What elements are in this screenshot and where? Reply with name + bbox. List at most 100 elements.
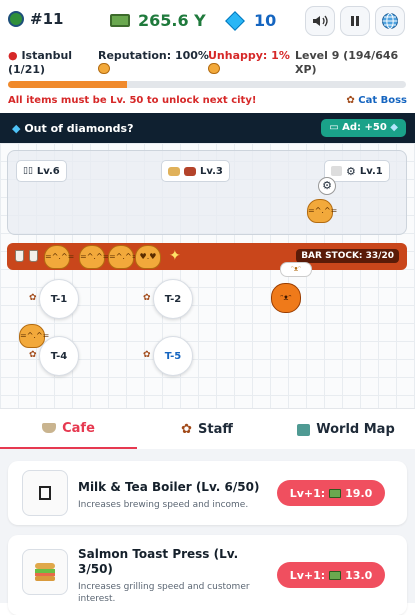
sandwich-icon [35, 563, 55, 581]
cat-boss-link[interactable]: ✿ Cat Boss [346, 95, 407, 106]
paw-icon: ✿ [143, 350, 151, 360]
upgrade-list: Milk & Tea Boiler (Lv. 6/50) Increases b… [0, 449, 415, 615]
money-value: 265.6 Y [138, 11, 206, 30]
globe-icon [8, 11, 24, 27]
paw-icon: ✿ [29, 350, 37, 360]
sparkle-icon: ✦ [169, 248, 181, 264]
money-icon [329, 488, 342, 498]
city-name: Istanbul [21, 49, 73, 62]
tab-staff[interactable]: ✿ Staff [137, 409, 277, 450]
cup-icon [15, 250, 24, 262]
table-label: T-4 [50, 350, 68, 362]
diamond-display: 10 [225, 10, 277, 31]
paw-icon: ✿ [143, 293, 151, 303]
upgrade-description-line: interest. [78, 594, 116, 604]
pause-button[interactable] [340, 6, 370, 36]
happy-cat-icon [98, 63, 110, 74]
speaker-icon [313, 15, 328, 27]
watch-ad-button[interactable]: ▭ Ad: +50 ◆ [321, 119, 406, 137]
gear-icon: ⚙ [346, 164, 356, 178]
tiger-boss-icon: ᵔᴥᵔ [271, 283, 301, 313]
table-t5[interactable]: T-5 [153, 336, 193, 376]
tab-cafe[interactable]: Cafe [0, 409, 137, 450]
tab-label: World Map [316, 422, 395, 437]
paw-icon: ✿ [346, 95, 355, 106]
upgrade-card-salmon-toast: Salmon Toast Press (Lv. 3/50) Increases … [8, 535, 407, 615]
tab-label: Cafe [62, 420, 95, 436]
tiger-bubble: ᵔᴥᵔ [280, 262, 312, 277]
table-t1[interactable]: T-1 [39, 279, 79, 319]
diamond-banner: ◆ Out of diamonds? ▭ Ad: +50 ◆ [0, 113, 415, 143]
cat-customer-icon: =^.^= [19, 324, 49, 348]
unlock-notice: All items must be Lv. 50 to unlock next … [8, 95, 257, 106]
map-icon [297, 423, 311, 436]
level-info: Level 9 (194/646 XP) [295, 49, 398, 77]
cafe-cup-icon [42, 423, 57, 433]
upgrade-title-line: Salmon Toast Press (Lv. [78, 547, 239, 561]
upgrade-card-milk-tea: Milk & Tea Boiler (Lv. 6/50) Increases b… [8, 461, 407, 525]
upgrade-description: Increases brewing speed and income. [78, 500, 249, 510]
diamond-icon: ◆ [12, 122, 21, 135]
money-display: 265.6 Y [110, 11, 206, 30]
upgrade-cost: 19.0 [345, 486, 373, 500]
paw-icon: ✿ [181, 422, 192, 437]
diamond-icon: ◆ [390, 122, 398, 133]
upgrade-description-line: Increases grilling speed and customer [78, 582, 250, 592]
diamond-icon [225, 10, 245, 31]
unhappy-label: Unhappy: 1% [208, 49, 290, 62]
city-info: ● Istanbul (1/21) [8, 49, 72, 77]
cat-worker-icon: =^.^= [307, 199, 337, 223]
angry-cat-icon [208, 63, 220, 74]
money-icon [110, 14, 130, 27]
cat-customer-icon: =^.^= [108, 245, 138, 269]
paw-icon: ✿ [29, 293, 37, 303]
xp-progress-bar [8, 81, 406, 88]
reputation-label: Reputation: 100% [98, 49, 209, 62]
station-milk-tea[interactable]: ▯▯ Lv.6 [16, 160, 67, 182]
working-gear-icon: ⚙ [318, 177, 336, 195]
language-button[interactable] [375, 6, 405, 36]
heart-eyes-cat-icon: ♥.♥ [135, 245, 161, 269]
teapot-icon [39, 486, 51, 500]
bar-counter: =^.^= =^.^= =^.^= ♥.♥ ✦ BAR STOCK: 33/20 [7, 243, 407, 270]
tab-world-map[interactable]: World Map [277, 409, 415, 450]
tab-label: Staff [198, 422, 233, 437]
upgrade-title-line: 3/50) [78, 562, 113, 576]
station-third[interactable]: ⚙ Lv.1 [324, 160, 390, 182]
teapot-icon: ▯▯ [23, 166, 33, 176]
pin-icon: ● [8, 49, 18, 62]
station-salmon-toast[interactable]: Lv.3 [161, 160, 230, 182]
sound-button[interactable] [305, 6, 335, 36]
item-thumbnail [22, 470, 68, 516]
item-thumbnail [22, 549, 68, 595]
diamond-value: 10 [254, 11, 277, 30]
bottom-tabs: Cafe ✿ Staff World Map [0, 408, 415, 450]
cup-icon [29, 250, 38, 262]
upgrade-button-label: Lv+1: [289, 568, 326, 582]
level-label: Level 9 (194/646 [295, 49, 399, 62]
unhappy-info: Unhappy: 1% [208, 49, 290, 78]
reputation-info: Reputation: 100% [98, 49, 209, 78]
upgrade-cost: 13.0 [345, 568, 373, 582]
upgrade-title: Milk & Tea Boiler (Lv. 6/50) [78, 480, 260, 494]
city-progress: (1/21) [8, 63, 46, 76]
upgrade-button-label: Lv+1: [289, 486, 326, 500]
rank-display: #11 [8, 10, 63, 28]
xp-progress-fill [8, 81, 128, 88]
table-label: T-5 [164, 350, 182, 362]
cat-customer-icon: =^.^= [79, 245, 109, 269]
station-level: Lv.1 [359, 165, 383, 177]
upgrade-button[interactable]: Lv+1: 19.0 [277, 480, 385, 506]
level-label-xp: XP) [295, 63, 317, 76]
table-label: T-1 [50, 293, 68, 305]
ad-button-label: Ad: +50 [342, 122, 387, 133]
upgrade-button[interactable]: Lv+1: 13.0 [277, 562, 385, 588]
top-bar: #11 265.6 Y 10 [0, 0, 415, 44]
table-label: T-2 [164, 293, 182, 305]
cup-icon [331, 166, 342, 176]
money-icon [329, 570, 342, 580]
upgrade-description: Increases grilling speed and customer in… [78, 581, 250, 605]
table-t2[interactable]: T-2 [153, 279, 193, 319]
toast-icon [168, 166, 180, 176]
globe-icon [382, 13, 398, 29]
